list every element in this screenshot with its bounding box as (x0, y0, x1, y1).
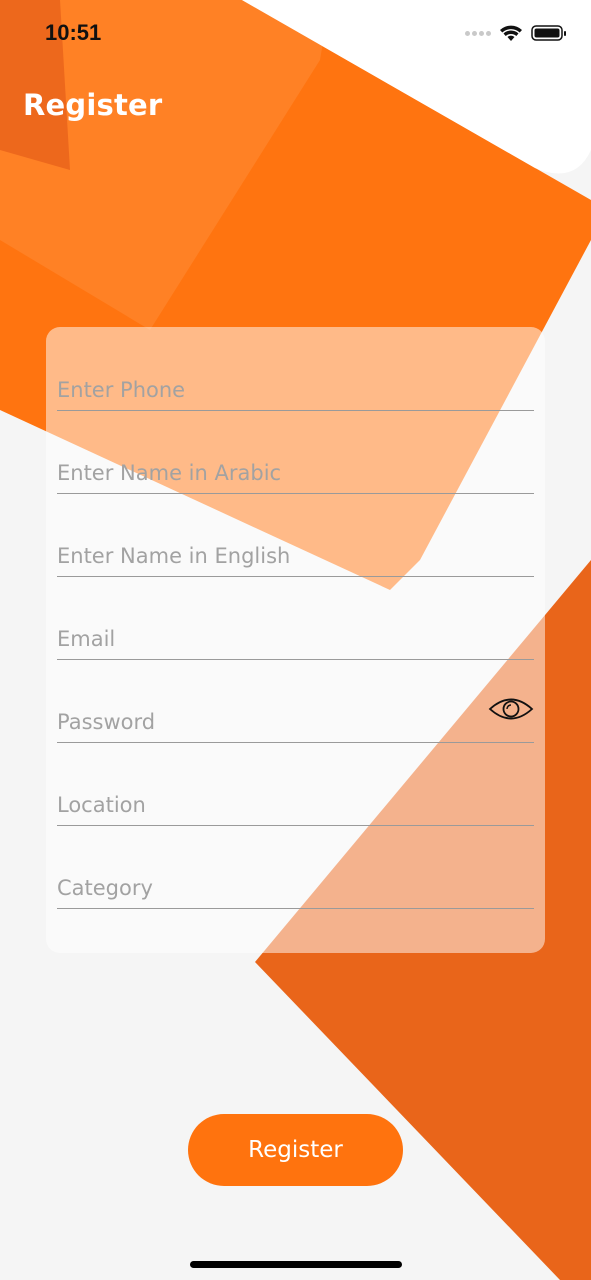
signal-dots-icon (465, 30, 491, 36)
location-input[interactable] (57, 793, 477, 817)
name-arabic-input[interactable] (57, 461, 477, 485)
password-field (57, 692, 534, 743)
name-arabic-field (57, 443, 534, 494)
page-title: Register (23, 88, 163, 122)
location-field (57, 775, 534, 826)
email-field (57, 609, 534, 660)
status-time: 10:51 (45, 20, 102, 45)
battery-icon (531, 25, 566, 41)
status-bar: 10:51 (0, 0, 591, 70)
status-icons (465, 24, 567, 42)
phone-field (57, 360, 534, 411)
category-input[interactable] (57, 876, 477, 900)
phone-input[interactable] (57, 378, 477, 402)
email-input[interactable] (57, 627, 477, 651)
name-english-input[interactable] (57, 544, 477, 568)
register-button[interactable]: Register (188, 1114, 403, 1186)
category-field (57, 858, 534, 909)
eye-icon[interactable] (488, 696, 534, 722)
register-form-card (46, 327, 545, 953)
password-input[interactable] (57, 710, 477, 734)
name-english-field (57, 526, 534, 577)
wifi-icon (500, 25, 522, 41)
home-indicator (190, 1261, 402, 1268)
